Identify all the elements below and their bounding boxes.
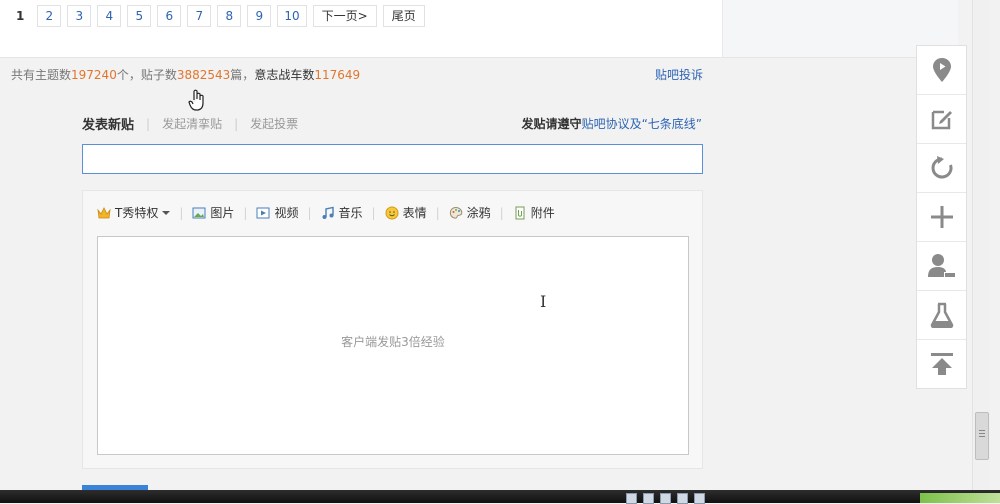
sidebar-location-button[interactable] xyxy=(917,46,966,95)
post-title-input[interactable] xyxy=(82,144,703,174)
editor-placeholder: 客户端发贴3倍经验 xyxy=(341,335,445,349)
page-5[interactable]: 5 xyxy=(127,5,152,27)
tab-new-post[interactable]: 发表新贴 xyxy=(82,114,134,133)
os-taskbar xyxy=(0,490,1000,503)
attachment-button[interactable]: 附件 xyxy=(513,204,555,221)
back-to-top-icon xyxy=(930,353,953,375)
flask-icon xyxy=(930,302,953,328)
stats-mid1: 个，贴子数 xyxy=(116,68,177,82)
member-icon xyxy=(927,254,956,278)
music-button[interactable]: 音乐 xyxy=(321,204,363,221)
taskbar-app-icon[interactable] xyxy=(660,493,671,504)
refresh-icon xyxy=(931,156,952,179)
video-icon xyxy=(256,207,270,218)
sidebar-refresh-button[interactable] xyxy=(917,144,966,193)
report-link[interactable]: 贴吧投诉 xyxy=(655,66,703,83)
page-1[interactable]: 1 xyxy=(9,5,32,27)
page-10[interactable]: 10 xyxy=(277,5,307,27)
sidebar-top-button[interactable] xyxy=(917,340,966,388)
page-3[interactable]: 3 xyxy=(67,5,92,27)
scrollbar-thumb[interactable] xyxy=(975,412,989,460)
floating-sidebar xyxy=(916,45,967,389)
post-count: 3882543 xyxy=(176,68,231,82)
doodle-label: 涂鸦 xyxy=(466,206,491,220)
text-cursor-icon: I xyxy=(540,292,547,311)
page-scrollbar[interactable] xyxy=(972,0,990,490)
members-label: 意志战车数 xyxy=(254,68,315,82)
toolbar-divider: | xyxy=(307,205,312,220)
hand-cursor-icon xyxy=(188,89,204,111)
emoji-button[interactable]: 表情 xyxy=(385,204,427,221)
location-icon xyxy=(932,58,951,82)
image-icon xyxy=(192,207,206,218)
tshow-button[interactable]: T秀特权 xyxy=(97,204,171,221)
page-8[interactable]: 8 xyxy=(217,5,242,27)
plus-icon xyxy=(930,206,953,228)
stats-mid2: 篇， xyxy=(230,68,255,82)
sidebar-add-button[interactable] xyxy=(917,193,966,242)
thread-list-footer: 1 2 3 4 5 6 7 8 9 10 下一页> 尾页 xyxy=(0,0,722,58)
tshow-label: T秀特权 xyxy=(115,206,159,220)
stats-prefix: 共有主题数 xyxy=(11,68,72,82)
tab-vote[interactable]: 发起投票 xyxy=(250,115,298,132)
image-button[interactable]: 图片 xyxy=(192,204,234,221)
taskbar-app-icon[interactable] xyxy=(643,493,654,504)
toolbar-divider: | xyxy=(371,205,376,220)
page-9[interactable]: 9 xyxy=(247,5,272,27)
editor-panel: T秀特权 | 图片 | 视频 | 音乐 | 表情 | 涂鸦 | 附件 客户端发贴… xyxy=(82,190,703,469)
taskbar-items xyxy=(626,493,705,504)
smiley-icon xyxy=(385,206,399,219)
topic-count: 197240 xyxy=(71,68,117,82)
attachment-label: 附件 xyxy=(530,206,555,220)
post-rules-link[interactable]: 贴吧协议及“七条底线” xyxy=(582,117,702,131)
editor-toolbar: T秀特权 | 图片 | 视频 | 音乐 | 表情 | 涂鸦 | 附件 xyxy=(97,204,555,221)
post-content-editor[interactable]: 客户端发贴3倍经验 I xyxy=(97,236,689,455)
last-page-button[interactable]: 尾页 xyxy=(382,5,425,27)
toolbar-divider: | xyxy=(243,205,248,220)
toolbar-divider: | xyxy=(499,205,504,220)
post-rules-notice: 发贴请遵守贴吧协议及“七条底线” xyxy=(522,115,702,132)
attachment-icon xyxy=(515,206,525,219)
doodle-button[interactable]: 涂鸦 xyxy=(449,204,491,221)
taskbar-app-icon[interactable] xyxy=(677,493,688,504)
next-page-button[interactable]: 下一页> xyxy=(312,5,377,27)
toolbar-divider: | xyxy=(179,205,184,220)
tab-divider: | xyxy=(234,116,239,131)
page-7[interactable]: 7 xyxy=(187,5,212,27)
emoji-label: 表情 xyxy=(402,206,427,220)
edit-icon xyxy=(931,110,952,130)
palette-icon xyxy=(449,206,462,219)
tab-raffle-post[interactable]: 发起清挛贴 xyxy=(162,115,222,132)
member-count: 117649 xyxy=(314,68,361,82)
toolbar-divider: | xyxy=(435,205,440,220)
notice-prefix: 发贴请遵守 xyxy=(521,117,582,131)
page-6[interactable]: 6 xyxy=(157,5,182,27)
sidebar-lab-button[interactable] xyxy=(917,291,966,340)
post-type-tabs: 发表新贴 | 发起清挛贴 | 发起投票 xyxy=(82,114,298,134)
pagination: 1 2 3 4 5 6 7 8 9 10 下一页> 尾页 xyxy=(9,5,425,27)
system-tray[interactable] xyxy=(920,493,1000,503)
image-label: 图片 xyxy=(210,206,235,220)
page-4[interactable]: 4 xyxy=(97,5,122,27)
sidebar-member-button[interactable] xyxy=(917,242,966,291)
taskbar-app-icon[interactable] xyxy=(626,493,637,504)
forum-stats: 共有主题数197240个，贴子数3882543篇，意志战车数117649 xyxy=(11,66,360,83)
sidebar-edit-button[interactable] xyxy=(917,95,966,144)
crown-icon xyxy=(97,206,111,218)
taskbar-app-icon[interactable] xyxy=(694,493,705,504)
video-button[interactable]: 视频 xyxy=(256,204,298,221)
video-label: 视频 xyxy=(274,206,299,220)
caret-down-icon xyxy=(162,210,171,215)
page-2[interactable]: 2 xyxy=(37,5,62,27)
tab-divider: | xyxy=(146,116,151,131)
music-label: 音乐 xyxy=(338,206,363,220)
music-icon xyxy=(322,206,334,219)
